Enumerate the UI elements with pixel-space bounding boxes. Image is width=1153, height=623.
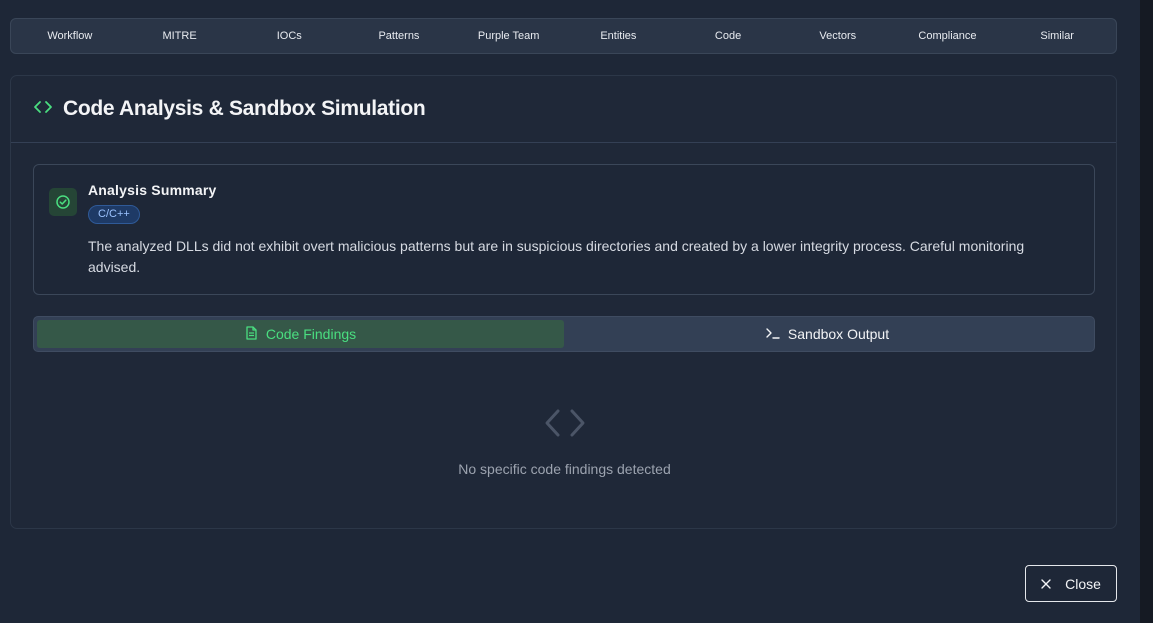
language-badge: C/C++ [88,205,140,224]
tab-purple-team[interactable]: Purple Team [454,19,564,53]
summary-title: Analysis Summary [88,182,217,198]
check-circle-icon [49,188,77,216]
code-findings-label: Code Findings [265,326,357,342]
tab-workflow[interactable]: Workflow [15,19,125,53]
tab-code[interactable]: Code [673,19,783,53]
sandbox-output-button[interactable]: Sandbox Output [564,320,1091,348]
tab-vectors[interactable]: Vectors [783,19,893,53]
close-button[interactable]: Close [1025,565,1117,602]
close-label: Close [1065,575,1101,592]
empty-state-message: No specific code findings detected [458,461,671,477]
summary-text: The analyzed DLLs did not exhibit overt … [88,238,1025,275]
section-title: Code Analysis & Sandbox Simulation [63,97,426,120]
sandbox-output-label: Sandbox Output [787,326,890,342]
code-brackets-icon [543,409,587,444]
tab-compliance[interactable]: Compliance [893,19,1003,53]
tab-iocs[interactable]: IOCs [234,19,344,53]
code-brackets-icon [33,97,53,122]
close-icon [1041,576,1051,592]
tab-bar: Workflow MITRE IOCs Patterns Purple Team… [10,18,1117,54]
modal-dialog: Workflow MITRE IOCs Patterns Purple Team… [0,0,1140,623]
view-toggle: Code Findings Sandbox Output [33,316,1095,352]
scrollbar-gutter [1140,0,1153,623]
code-analysis-card: Code Analysis & Sandbox Simulation Analy… [10,75,1117,529]
analysis-summary-box: Analysis Summary C/C++ The analyzed DLLs… [33,164,1095,295]
tab-mitre[interactable]: MITRE [125,19,235,53]
code-findings-button[interactable]: Code Findings [37,320,564,348]
card-header: Code Analysis & Sandbox Simulation [11,76,1116,143]
tab-patterns[interactable]: Patterns [344,19,454,53]
empty-state: No specific code findings detected [11,406,1118,477]
terminal-icon [766,326,780,342]
tab-similar[interactable]: Similar [1002,19,1112,53]
tab-entities[interactable]: Entities [564,19,674,53]
file-text-icon [245,325,258,343]
